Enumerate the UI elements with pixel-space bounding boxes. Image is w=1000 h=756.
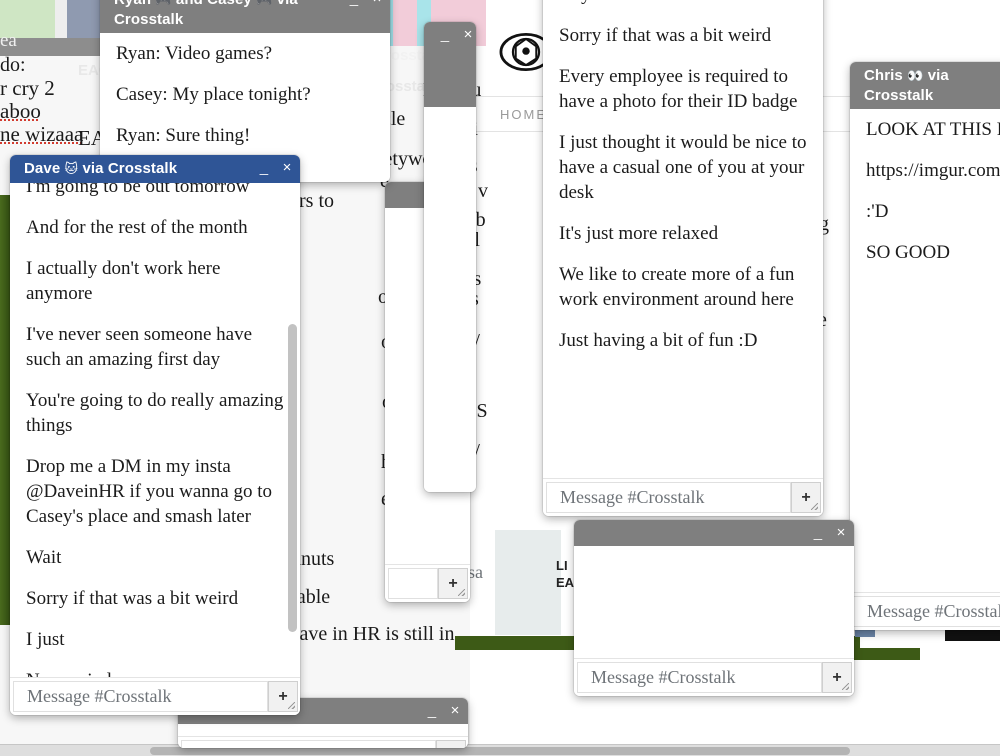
add-attachment-button[interactable]: + bbox=[436, 740, 466, 748]
message-item: Every employee is required to have a pho… bbox=[559, 66, 798, 112]
message-input[interactable]: Message #Crosstalk bbox=[13, 681, 268, 712]
message-item: We like to create more of a fun work env… bbox=[559, 264, 795, 310]
close-icon[interactable]: × bbox=[280, 160, 294, 176]
message-input[interactable]: Message #Crosstalk bbox=[181, 740, 436, 748]
bleed-text-3: aboo bbox=[0, 99, 41, 123]
message-item: https://imgur.com bbox=[866, 160, 1000, 181]
bleed-text-28: LI bbox=[556, 558, 568, 573]
window-controls[interactable]: _× bbox=[438, 26, 475, 43]
message-composer[interactable]: Message #Crosstalk+ bbox=[850, 592, 1000, 630]
black-block bbox=[945, 630, 1000, 641]
add-attachment-button[interactable]: + bbox=[822, 662, 852, 693]
tile-10 bbox=[393, 0, 417, 46]
message-item: Hey bud bbox=[559, 0, 807, 7]
add-attachment-button[interactable]: + bbox=[791, 482, 821, 513]
message-item: I just bbox=[26, 629, 65, 650]
window-titlebar[interactable]: _× bbox=[574, 520, 854, 546]
message-item: Sorry if that was a bit weird bbox=[26, 588, 239, 609]
chat-window-bottom-mid[interactable]: _ × Message #Crosstalk + bbox=[574, 520, 854, 696]
close-icon[interactable]: × bbox=[834, 525, 848, 541]
close-icon[interactable]: × bbox=[448, 703, 462, 719]
message-list bbox=[574, 546, 854, 658]
message-list bbox=[424, 107, 476, 492]
window-titlebar[interactable]: Ryan 🎮 and Casey 🎮 via Crosstalk_× bbox=[100, 0, 390, 33]
minimize-icon[interactable]: _ bbox=[257, 160, 271, 176]
minimize-icon[interactable]: _ bbox=[438, 27, 452, 43]
bleed-text-29: EA bbox=[556, 575, 575, 590]
close-icon[interactable]: × bbox=[370, 0, 384, 7]
desktop-scrollbar[interactable] bbox=[0, 744, 1000, 756]
message-clipped: I'm going to be out tomorrow bbox=[26, 183, 250, 197]
bleed-text-4: ne wizaaa bbox=[0, 122, 84, 146]
message-list: Hey bud Sorry if that was a bit weird Ever… bbox=[543, 0, 823, 478]
message-composer[interactable]: Message #Crosstalk+ bbox=[574, 658, 854, 696]
bleed-text-0: ea bbox=[0, 30, 17, 51]
chat-window-dave-center[interactable]: Dave 🐱 via Crosstalk_× bbox=[424, 22, 476, 492]
window-title: Chris 👀 via Crosstalk bbox=[864, 67, 949, 104]
message-item: :'D bbox=[866, 201, 889, 222]
message-item: I've never seen someone have such an ama… bbox=[26, 324, 253, 370]
chat-window-chris[interactable]: Chris 👀 via Crosstalk_× LOOK AT THIS FO ht… bbox=[850, 62, 1000, 630]
close-icon[interactable]: × bbox=[461, 27, 475, 43]
message-composer[interactable]: Message #Crosstalk+ bbox=[178, 736, 468, 748]
window-controls[interactable]: _× bbox=[425, 702, 462, 719]
message-item: Just having a bit of fun :D bbox=[559, 330, 758, 351]
message-item: You're going to do really amazing things bbox=[26, 390, 284, 436]
message-item: And for the rest of the month bbox=[26, 217, 248, 238]
window-title: Dave 🐱 via Crosstalk bbox=[24, 160, 178, 177]
message-item: Casey: My place tonight? bbox=[116, 84, 311, 105]
bleed-text-1: do: bbox=[0, 54, 26, 76]
message-item: SO GOOD bbox=[866, 242, 950, 263]
bleed-text-2: r cry 2 bbox=[0, 76, 55, 100]
bleed-text-17: Dave in HR is still in bbox=[285, 623, 455, 645]
chat-window-dave-active[interactable]: Dave 🐱 via Crosstalk _ × I'm going to be ou… bbox=[10, 155, 300, 715]
message-item: Ryan: Video games? bbox=[116, 43, 273, 64]
message-item: Drop me a DM in my insta @DaveinHR if yo… bbox=[26, 456, 272, 527]
message-item: I actually don't work here anymore bbox=[26, 258, 221, 304]
message-composer[interactable]: + bbox=[385, 564, 470, 602]
message-composer[interactable]: Message #Crosstalk+ bbox=[543, 478, 823, 516]
message-item: Nevermind bbox=[26, 668, 284, 677]
window-titlebar[interactable]: Chris 👀 via Crosstalk_× bbox=[850, 62, 1000, 109]
message-item: It's just more relaxed bbox=[559, 223, 719, 244]
message-input[interactable]: Message #Crosstalk bbox=[577, 662, 822, 693]
desktop-scrollbar-thumb[interactable] bbox=[150, 747, 850, 755]
blue-block bbox=[855, 630, 875, 637]
minimize-icon[interactable]: _ bbox=[347, 0, 361, 7]
window-controls[interactable]: _× bbox=[257, 159, 294, 176]
green-bar-secondary bbox=[845, 648, 920, 660]
message-list bbox=[178, 724, 468, 736]
message-item: Wait bbox=[26, 547, 62, 568]
message-item: I just thought it would be nice to have … bbox=[559, 132, 807, 203]
chat-window-hey-bud[interactable]: _×Hey budSorry if that was a bit weirdEv… bbox=[543, 0, 823, 516]
window-controls[interactable]: _× bbox=[811, 524, 848, 541]
nav-item-home[interactable]: HOME bbox=[500, 107, 547, 122]
window-titlebar[interactable]: Dave 🐱 via Crosstalk_× bbox=[10, 155, 300, 183]
message-input[interactable] bbox=[388, 568, 438, 599]
message-item: Sorry if that was a bit weird bbox=[559, 25, 772, 46]
message-scrollbar-thumb[interactable] bbox=[288, 323, 297, 633]
minimize-icon[interactable]: _ bbox=[425, 703, 439, 719]
message-list: LOOK AT THIS FO https://imgur.com :'D SO GO… bbox=[850, 109, 1000, 592]
message-scrollbar[interactable] bbox=[288, 189, 297, 671]
message-input[interactable]: Message #Crosstalk bbox=[853, 596, 1000, 627]
message-composer[interactable]: Message #Crosstalk+ bbox=[10, 677, 300, 715]
add-attachment-button[interactable]: + bbox=[268, 681, 298, 712]
grey-square-block bbox=[495, 530, 561, 635]
window-titlebar[interactable]: Dave 🐱 via Crosstalk_× bbox=[424, 22, 476, 107]
add-attachment-button[interactable]: + bbox=[438, 568, 468, 599]
minimize-icon[interactable]: _ bbox=[811, 525, 825, 541]
message-item: Ryan: Sure thing! bbox=[116, 125, 251, 146]
message-list: I'm going to be out tomorrow And for the … bbox=[10, 183, 300, 677]
window-title: Ryan 🎮 and Casey 🎮 via Crosstalk bbox=[114, 0, 298, 28]
message-item: LOOK AT THIS FO bbox=[866, 119, 1000, 140]
window-controls[interactable]: _× bbox=[347, 0, 384, 7]
message-input[interactable]: Message #Crosstalk bbox=[546, 482, 791, 513]
